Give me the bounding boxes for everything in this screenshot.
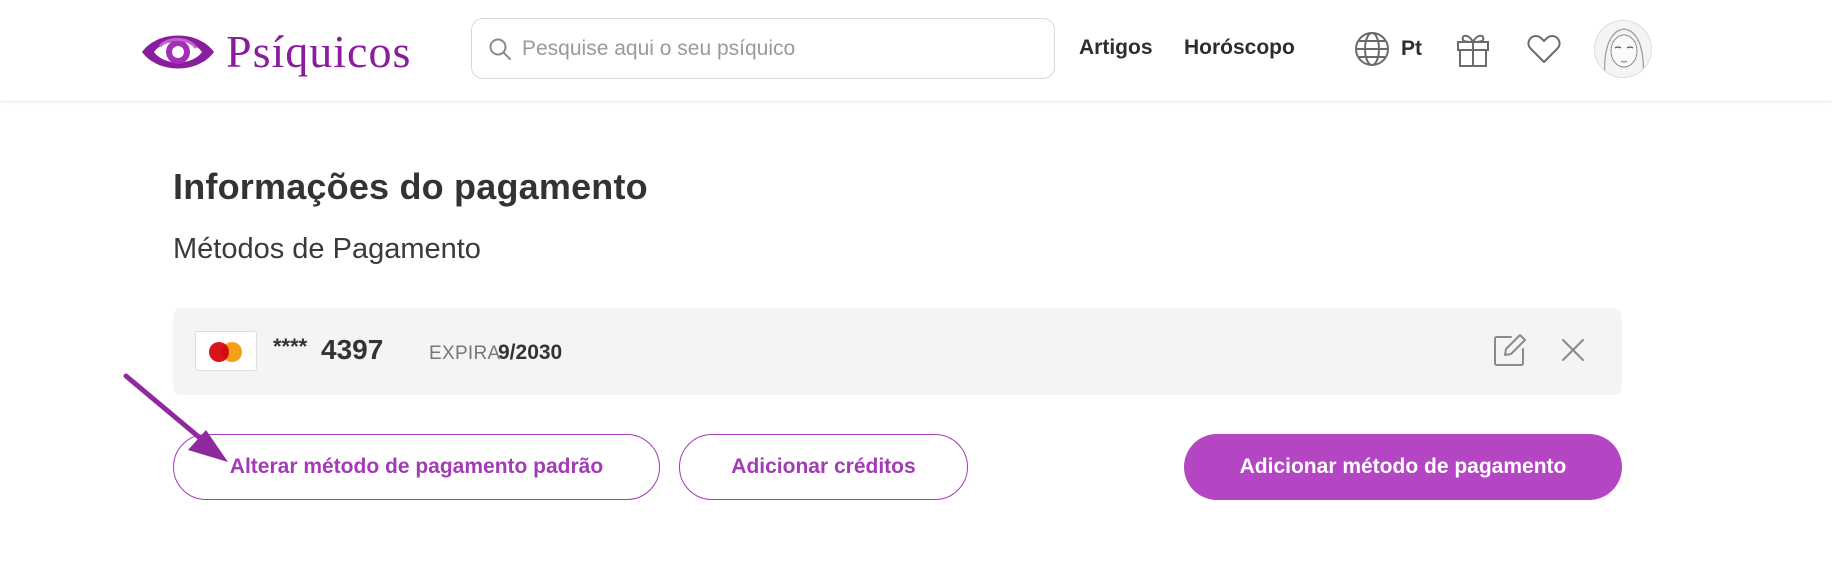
eye-logo-icon [142,35,214,69]
add-payment-method-button[interactable]: Adicionar método de pagamento [1184,434,1622,500]
gift-button[interactable] [1455,30,1491,73]
mastercard-icon [195,331,257,371]
expiry-label: EXPIRA [429,343,501,364]
card-last4: 4397 [321,334,384,365]
gift-icon [1457,34,1489,67]
language-label: Pt [1401,37,1422,60]
nav-link-artigos[interactable]: Artigos [1079,36,1153,60]
search-box[interactable] [471,18,1055,79]
edit-icon [1494,334,1526,366]
card-number-mask: **** [273,334,308,359]
annotation-arrow-icon [123,373,228,462]
expiry-value: 9/2030 [498,341,563,364]
language-selector[interactable]: Pt [1353,30,1422,68]
globe-icon [1355,32,1389,66]
nav-link-horoscopo[interactable]: Horóscopo [1184,36,1295,60]
close-icon [1562,339,1584,361]
edit-card-button[interactable] [1491,331,1529,374]
section-title: Métodos de Pagamento [173,233,481,265]
site-logo[interactable]: Psíquicos [140,24,411,80]
change-default-payment-button[interactable]: Alterar método de pagamento padrão [173,434,660,500]
payment-method-row: **** 4397 EXPIRA 9/2030 [173,308,1622,395]
avatar-illustration-icon [1595,21,1651,77]
add-credits-button[interactable]: Adicionar créditos [679,434,968,500]
site-header: Psíquicos Artigos Horóscopo Pt [0,0,1832,102]
page-title: Informações do pagamento [173,166,648,207]
search-input[interactable] [522,36,1022,61]
search-icon [489,38,511,60]
remove-card-button[interactable] [1558,335,1588,370]
logo-text: Psíquicos [226,26,412,77]
heart-icon [1527,35,1561,63]
favorites-button[interactable] [1527,33,1561,70]
avatar[interactable] [1594,20,1652,78]
